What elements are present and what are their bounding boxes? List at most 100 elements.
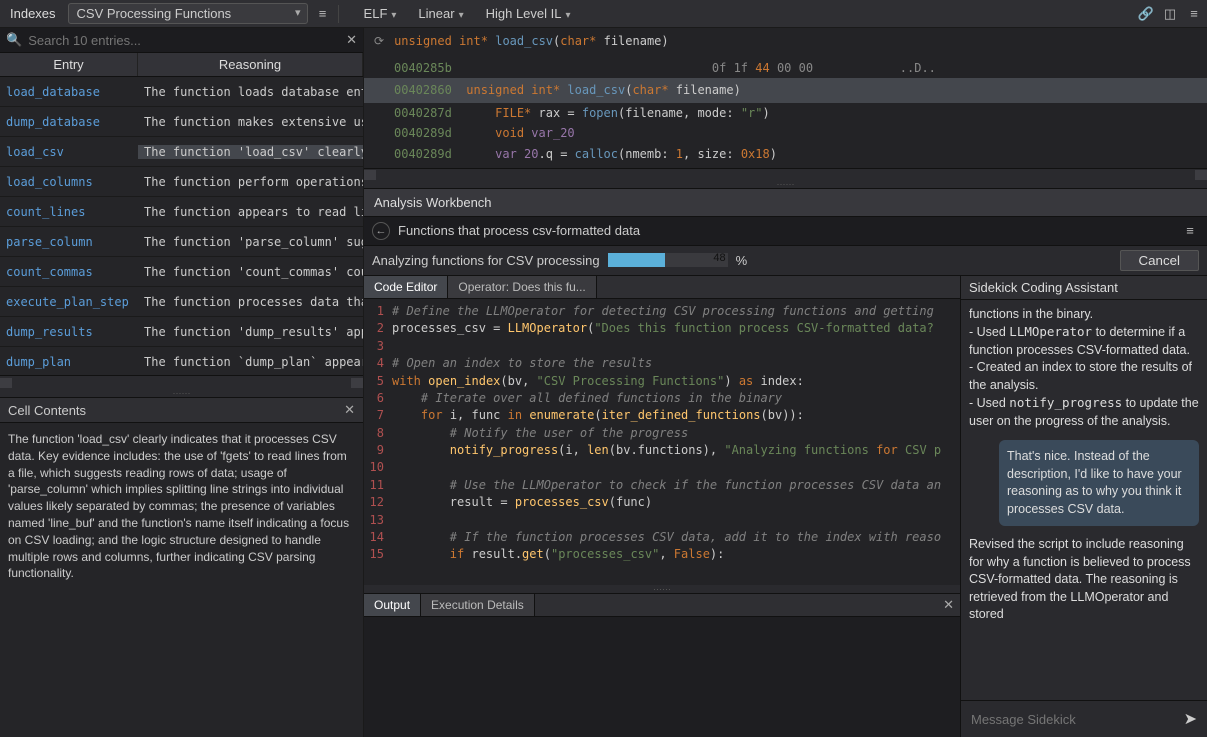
table-body: load_databaseThe function loads database… [0, 77, 363, 375]
sig-return-type: unsigned int* [394, 34, 488, 48]
editor-line[interactable]: 12 result = processes_csv(func) [364, 494, 960, 511]
indexes-dropdown[interactable]: CSV Processing Functions [68, 3, 308, 24]
hamburger-icon[interactable]: ≡ [314, 5, 332, 23]
clear-search-icon[interactable]: ✕ [346, 32, 357, 48]
table-row[interactable]: count_commasThe function 'count_commas' … [0, 257, 363, 287]
tab-exec-details[interactable]: Execution Details [421, 594, 535, 616]
entry-link[interactable]: dump_database [0, 115, 138, 129]
progress-label: Analyzing functions for CSV processing [372, 253, 600, 268]
table-row[interactable]: dump_resultsThe function 'dump_results' … [0, 317, 363, 347]
table-row[interactable]: parse_columnThe function 'parse_column' … [0, 227, 363, 257]
table-row[interactable]: load_csvThe function 'load_csv' clearly [0, 137, 363, 167]
assistant-message-2: Revised the script to include reasoning … [969, 536, 1199, 624]
cell-contents-header: Cell Contents ✕ [0, 397, 363, 423]
editor-line[interactable]: 4# Open an index to store the results [364, 355, 960, 372]
output-body [364, 617, 960, 737]
workbench-title: Analysis Workbench [364, 189, 1207, 217]
entry-link[interactable]: dump_results [0, 325, 138, 339]
menu-elf[interactable]: ELF [356, 6, 405, 21]
reason-text: The function `dump_plan` appears [138, 355, 363, 369]
menu-linear[interactable]: Linear [410, 6, 471, 21]
col-reasoning[interactable]: Reasoning [138, 53, 363, 76]
editor-line[interactable]: 6 # Iterate over all defined functions i… [364, 390, 960, 407]
code-editor[interactable]: 1# Define the LLMOperator for detecting … [364, 299, 960, 585]
send-icon[interactable]: ➤ [1184, 709, 1197, 729]
table-row[interactable]: load_databaseThe function loads database… [0, 77, 363, 107]
tab-operator[interactable]: Operator: Does this fu... [448, 276, 596, 298]
reason-text: The function loads database entries [138, 85, 363, 99]
editor-tabs: Code Editor Operator: Does this fu... [364, 276, 960, 299]
reason-text: The function 'parse_column' sug [138, 235, 363, 249]
indexes-label: Indexes [4, 6, 62, 21]
splitter-2[interactable]: ⋯⋯ [364, 180, 1207, 188]
chat-input-row: ➤ [961, 700, 1207, 737]
close-cell-icon[interactable]: ✕ [344, 402, 355, 418]
close-output-icon[interactable]: ✕ [937, 597, 960, 613]
topbar: Indexes CSV Processing Functions ≡ ELF L… [0, 0, 1207, 28]
search-icon: 🔍 [6, 32, 22, 48]
table-row[interactable]: load_columnsThe function perform operati… [0, 167, 363, 197]
workbench-menu-icon[interactable]: ≡ [1181, 222, 1199, 240]
disasm-line[interactable]: 0040289d void var_20 [394, 123, 1207, 143]
back-arrow-icon[interactable]: ← [372, 222, 390, 240]
tab-code-editor[interactable]: Code Editor [364, 276, 448, 298]
cancel-button[interactable]: Cancel [1120, 250, 1200, 271]
menu-hlil[interactable]: High Level IL [478, 6, 579, 21]
reason-text: The function 'dump_results' app [138, 325, 363, 339]
analysis-workbench: Analysis Workbench ← Functions that proc… [364, 189, 1207, 737]
search-input[interactable] [28, 33, 340, 48]
editor-line[interactable]: 14 # If the function processes CSV data,… [364, 529, 960, 546]
editor-line[interactable]: 3 [364, 338, 960, 355]
splitter[interactable]: ⋯⋯ [0, 389, 363, 397]
disasm-line[interactable]: 0040287d FILE* rax = fopen(filename, mod… [394, 103, 1207, 123]
assistant-message: functions in the binary.- Used LLMOperat… [969, 306, 1199, 431]
reason-text: The function 'count_commas' cou [138, 265, 363, 279]
sig-param-name: filename [604, 34, 662, 48]
chat-input[interactable] [971, 712, 1176, 727]
editor-line[interactable]: 5with open_index(bv, "CSV Processing Fun… [364, 373, 960, 390]
editor-line[interactable]: 15 if result.get("processes_csv", False)… [364, 546, 960, 563]
editor-line[interactable]: 9 notify_progress(i, len(bv.functions), … [364, 442, 960, 459]
editor-line[interactable]: 10 [364, 459, 960, 476]
indexes-panel: 🔍 ✕ Entry Reasoning load_databaseThe fun… [0, 28, 364, 737]
disasm-line[interactable]: 0040285b 0f 1f 44 00 00 ..D.. [394, 58, 1207, 78]
table-header: Entry Reasoning [0, 53, 363, 77]
table-row[interactable]: count_linesThe function appears to read … [0, 197, 363, 227]
sig-func-name[interactable]: load_csv [495, 34, 553, 48]
entry-link[interactable]: load_database [0, 85, 138, 99]
table-row[interactable]: dump_planThe function `dump_plan` appear… [0, 347, 363, 375]
search-row: 🔍 ✕ [0, 28, 363, 53]
chat-scroll[interactable]: functions in the binary.- Used LLMOperat… [961, 300, 1207, 700]
disassembly-listing[interactable]: 0040285b 0f 1f 44 00 00 ..D..00402860 un… [364, 54, 1207, 168]
editor-line[interactable]: 1# Define the LLMOperator for detecting … [364, 303, 960, 320]
split-view-icon[interactable]: ◫ [1161, 5, 1179, 23]
editor-line[interactable]: 13 [364, 512, 960, 529]
disasm-hscrollbar[interactable] [364, 168, 1207, 180]
table-row[interactable]: execute_plan_stepThe function processes … [0, 287, 363, 317]
entry-link[interactable]: parse_column [0, 235, 138, 249]
splitter-3[interactable]: ⋯⋯ [364, 585, 960, 593]
entry-link[interactable]: count_lines [0, 205, 138, 219]
user-message: That's nice. Instead of the description,… [999, 440, 1199, 526]
cell-contents-body: The function 'load_csv' clearly indicate… [0, 423, 363, 737]
disasm-line[interactable]: 00402860 unsigned int* load_csv(char* fi… [364, 78, 1207, 102]
entry-link[interactable]: load_csv [0, 145, 138, 159]
entry-link[interactable]: execute_plan_step [0, 295, 138, 309]
editor-line[interactable]: 11 # Use the LLMOperator to check if the… [364, 477, 960, 494]
tab-output[interactable]: Output [364, 594, 421, 616]
editor-line[interactable]: 2processes_csv = LLMOperator("Does this … [364, 320, 960, 337]
menu-icon[interactable]: ≡ [1185, 5, 1203, 23]
signature-row: ⟳ unsigned int* load_csv(char* filename) [364, 28, 1207, 54]
link-icon[interactable]: 🔗 [1137, 5, 1155, 23]
entry-link[interactable]: load_columns [0, 175, 138, 189]
entry-link[interactable]: count_commas [0, 265, 138, 279]
editor-line[interactable]: 8 # Notify the user of the progress [364, 425, 960, 442]
col-entry[interactable]: Entry [0, 53, 138, 76]
disasm-line[interactable]: 0040289d var 20.q = calloc(nmemb: 1, siz… [394, 144, 1207, 164]
index-hscrollbar[interactable] [0, 375, 363, 389]
entry-link[interactable]: dump_plan [0, 355, 138, 369]
sig-param-type: char* [560, 34, 596, 48]
refresh-icon[interactable]: ⟳ [374, 34, 384, 48]
table-row[interactable]: dump_databaseThe function makes extensiv… [0, 107, 363, 137]
editor-line[interactable]: 7 for i, func in enumerate(iter_defined_… [364, 407, 960, 424]
